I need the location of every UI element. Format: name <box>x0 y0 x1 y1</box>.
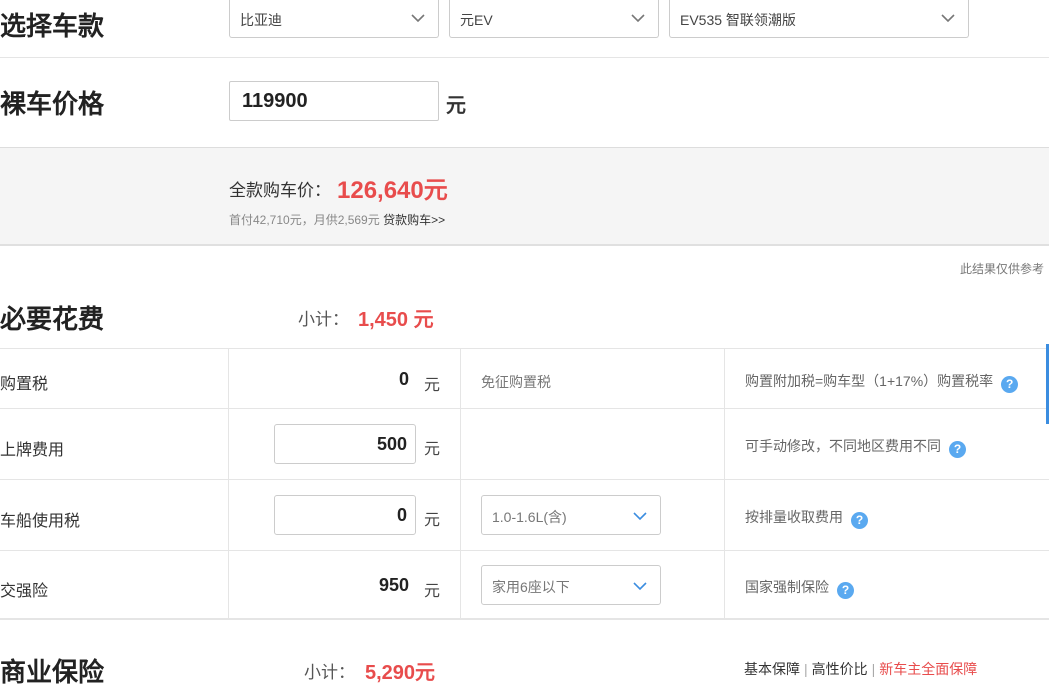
chevron-down-icon <box>633 582 647 591</box>
fee-name: 交强险 <box>0 583 49 600</box>
insurance-plan-links: 基本保障 | 高性价比 | 新车主全面保障 <box>744 659 977 679</box>
required-fees-title: 必要花费 <box>0 304 105 334</box>
fee-description-text: 国家强制保险 <box>745 579 829 595</box>
fee-value: 950 <box>378 575 409 595</box>
car-select-row: 选择车款 比亚迪 元EV EV535 智联领潮版 <box>0 0 1049 58</box>
total-price-label: 全款购车价： <box>229 181 331 200</box>
total-price-value: 126,640元 <box>337 177 448 204</box>
commercial-subtotal-value: 5,290元 <box>365 662 436 684</box>
bare-price-row: 裸车价格 119900 元 <box>0 58 1049 148</box>
series-select[interactable]: 元EV <box>449 0 659 38</box>
chevron-down-icon <box>941 14 955 23</box>
fee-unit: 元 <box>424 377 441 394</box>
model-select[interactable]: EV535 智联领潮版 <box>669 0 969 38</box>
commercial-subtotal-label: 小计： <box>304 663 355 682</box>
plan-value-link[interactable]: 高性价比 <box>812 661 868 677</box>
table-row: 上牌费用 500 元 可手动修改，不同地区费用不同? <box>0 409 1049 480</box>
select-car-title: 选择车款 <box>0 11 105 41</box>
brand-select-value: 比亚迪 <box>240 12 282 28</box>
fee-note: 免征购置税 <box>481 374 551 390</box>
divider: | <box>804 661 808 677</box>
vehicle-tax-input[interactable]: 0 <box>274 495 416 535</box>
chevron-down-icon <box>633 512 647 521</box>
fee-description: 国家强制保险? <box>745 577 854 599</box>
fee-name: 车船使用税 <box>0 513 81 530</box>
brand-select[interactable]: 比亚迪 <box>229 0 439 38</box>
plan-basic-link[interactable]: 基本保障 <box>744 661 800 677</box>
question-icon[interactable]: ? <box>949 441 966 458</box>
required-subtotal-value: 1,450 元 <box>358 309 434 331</box>
displacement-select-value: 1.0-1.6L(含) <box>492 509 567 525</box>
fee-unit: 元 <box>424 441 441 458</box>
table-row: 购置税 0 元 免征购置税 购置附加税=购车型（1+17%）购置税率? <box>0 349 1049 409</box>
required-fees-table: 购置税 0 元 免征购置税 购置附加税=购车型（1+17%）购置税率? 上牌费用… <box>0 348 1049 620</box>
fee-value: 0 <box>398 369 409 389</box>
question-icon[interactable]: ? <box>851 512 868 529</box>
license-fee-input[interactable]: 500 <box>274 424 416 464</box>
fee-description-text: 按排量收取费用 <box>745 509 843 525</box>
fee-unit: 元 <box>424 583 441 600</box>
bare-price-input[interactable]: 119900 <box>229 81 439 121</box>
loan-purchase-link[interactable]: 贷款购车>> <box>383 213 445 227</box>
fee-name: 上牌费用 <box>0 442 65 459</box>
chevron-down-icon <box>631 14 645 23</box>
fee-unit: 元 <box>424 512 441 529</box>
displacement-select[interactable]: 1.0-1.6L(含) <box>481 495 661 535</box>
loan-summary-text: 首付42,710元，月供2,569元 <box>229 213 380 227</box>
loan-summary: 首付42,710元，月供2,569元 贷款购车>> <box>229 211 445 228</box>
bare-price-unit: 元 <box>446 95 466 117</box>
question-icon[interactable]: ? <box>837 582 854 599</box>
table-row: 交强险 950 元 家用6座以下 国家强制保险? <box>0 551 1049 621</box>
commercial-insurance-title: 商业保险 <box>0 657 105 687</box>
fee-name: 购置税 <box>0 376 49 393</box>
fee-description: 按排量收取费用? <box>745 507 868 529</box>
bare-price-title: 裸车价格 <box>0 89 105 119</box>
total-price-summary: 全款购车价： 126,640元 首付42,710元，月供2,569元 贷款购车>… <box>0 148 1049 246</box>
model-select-value: EV535 智联领潮版 <box>680 12 796 28</box>
seat-type-select[interactable]: 家用6座以下 <box>481 565 661 605</box>
table-row: 车船使用税 0 元 1.0-1.6L(含) 按排量收取费用? <box>0 480 1049 551</box>
seat-type-select-value: 家用6座以下 <box>492 579 570 595</box>
reference-note: 此结果仅供参考 <box>959 262 1044 276</box>
fee-description-text: 购置附加税=购车型（1+17%）购置税率 <box>745 373 994 389</box>
plan-full-link[interactable]: 新车主全面保障 <box>879 661 977 677</box>
fee-description-text: 可手动修改，不同地区费用不同 <box>745 438 941 454</box>
divider: | <box>871 661 876 677</box>
series-select-value: 元EV <box>460 12 493 28</box>
chevron-down-icon <box>411 14 425 23</box>
fee-description: 购置附加税=购车型（1+17%）购置税率? <box>745 371 1019 393</box>
required-subtotal-label: 小计： <box>298 310 349 329</box>
fee-description: 可手动修改，不同地区费用不同? <box>745 436 966 458</box>
question-icon[interactable]: ? <box>1001 376 1019 393</box>
